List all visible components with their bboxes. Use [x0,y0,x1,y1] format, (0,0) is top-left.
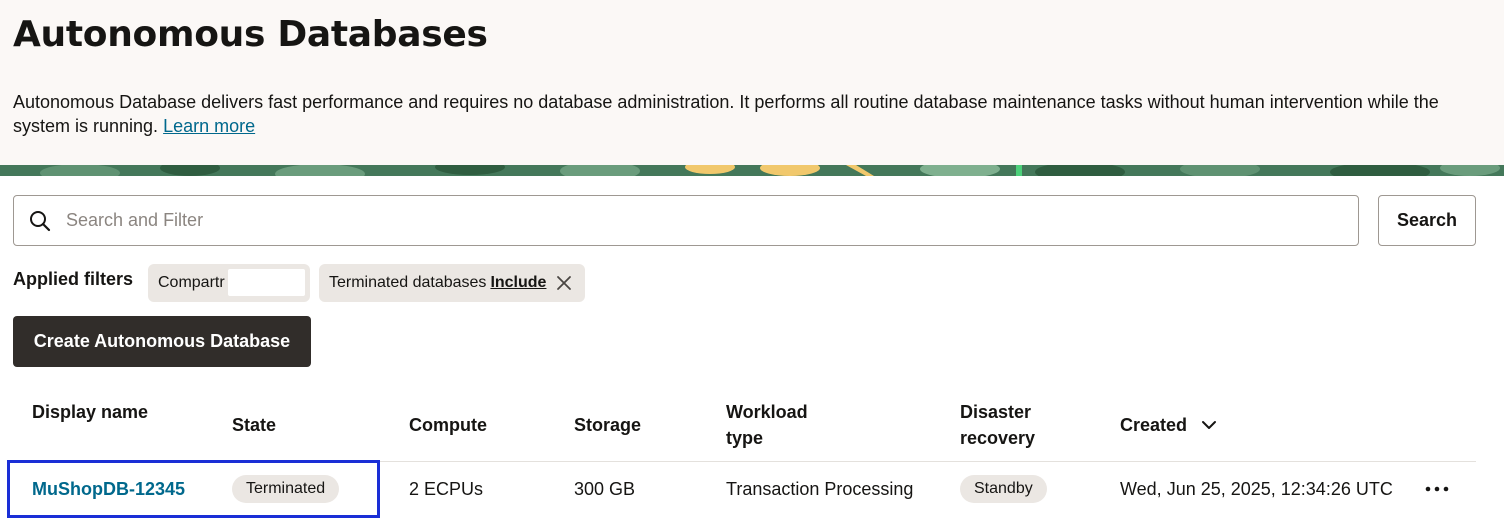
redaction-mask [228,269,305,296]
page-header: Autonomous Databases Autonomous Database… [0,0,1504,165]
close-icon[interactable] [556,275,572,291]
search-button[interactable]: Search [1378,195,1476,246]
page-title: Autonomous Databases [13,14,488,55]
applied-filters-label: Applied filters [13,269,134,289]
filter-chip-compartment[interactable]: Compartr [148,264,310,302]
column-header-state[interactable]: State [232,412,276,438]
more-actions-icon[interactable] [1424,477,1450,501]
search-input-container[interactable] [13,195,1359,246]
column-header-compute[interactable]: Compute [409,412,487,438]
search-input[interactable] [66,196,1358,245]
cell-compute: 2 ECPUs [409,479,484,499]
filter-chip-text: Compartr [158,274,225,291]
focus-highlight [7,460,380,518]
learn-more-link[interactable]: Learn more [163,116,255,136]
decorative-banner [0,165,1504,176]
column-header-created-label: Created [1120,415,1188,435]
search-icon [14,210,66,232]
filter-chip-terminated: Terminated databases Include [319,264,585,302]
page-description: Autonomous Database delivers fast perfor… [13,90,1483,138]
include-link[interactable]: Include [490,274,546,292]
chevron-down-icon[interactable] [1201,420,1217,430]
column-header-display-name[interactable]: Display name [32,399,152,425]
filter-chip-text: Terminated databases [329,274,487,291]
cell-workload-type: Transaction Processing [726,479,914,499]
column-header-storage[interactable]: Storage [574,412,641,438]
create-database-button[interactable]: Create Autonomous Database [13,316,311,367]
cell-storage: 300 GB [574,479,636,499]
column-header-created[interactable]: Created [1120,412,1217,438]
column-header-workload-type[interactable]: Workload type [726,399,836,451]
disaster-recovery-badge: Standby [960,475,1047,503]
column-header-disaster-recovery[interactable]: Disaster recovery [960,399,1070,451]
cell-created: Wed, Jun 25, 2025, 12:34:26 UTC [1120,479,1393,499]
